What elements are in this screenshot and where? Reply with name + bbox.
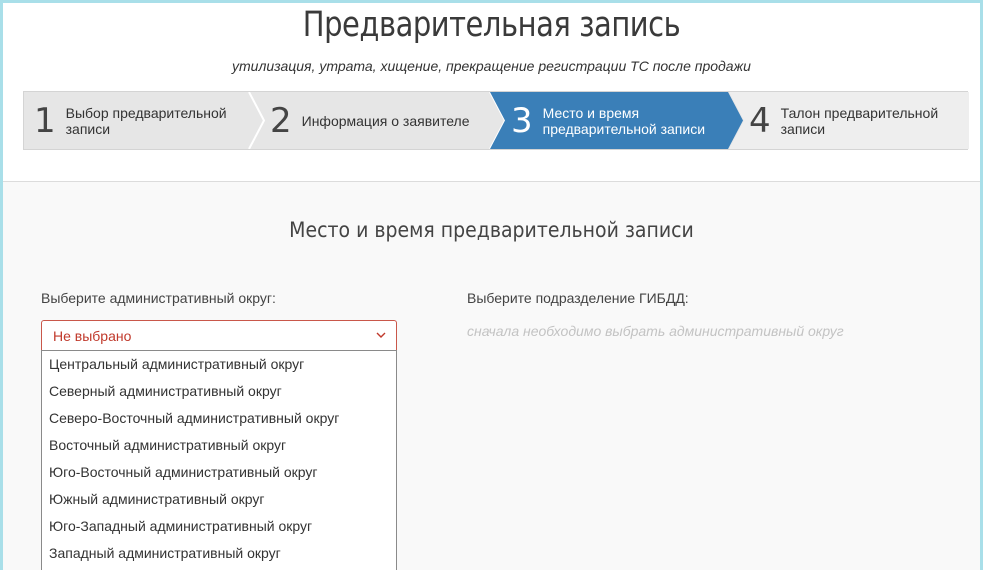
section-title: Место и время предварительной записи xyxy=(289,218,694,242)
district-dropdown-list: Центральный административный округ Север… xyxy=(41,350,397,570)
step-4[interactable]: 4 Талон предварительной записи xyxy=(749,92,964,149)
step-1-label: Выбор предварительной записи xyxy=(65,104,227,137)
step-4-number: 4 xyxy=(749,100,771,141)
district-select-value: Не выбрано xyxy=(53,327,132,344)
step-3-label: Место и время предварительной записи xyxy=(542,104,706,137)
district-option[interactable]: Северо-Восточный административный округ xyxy=(42,405,396,432)
page-subtitle: утилизация, утрата, хищение, прекращение… xyxy=(232,58,751,74)
step-3-number: 3 xyxy=(511,100,533,141)
step-2[interactable]: 2 Информация о заявителе xyxy=(270,92,485,149)
district-label: Выберите административный округ: xyxy=(41,290,276,306)
step-3[interactable]: 3 Место и время предварительной записи xyxy=(511,92,721,149)
chevron-down-icon xyxy=(376,332,386,338)
wizard-steps: 1 Выбор предварительной записи 2 Информа… xyxy=(23,91,969,150)
step-1[interactable]: 1 Выбор предварительной записи xyxy=(34,92,246,149)
step-4-label: Талон предварительной записи xyxy=(780,104,939,137)
district-option[interactable]: Северный административный округ xyxy=(42,378,396,405)
district-option[interactable]: Центральный административный округ xyxy=(42,351,396,378)
appointment-form: Место и время предварительной записи Выб… xyxy=(3,181,980,570)
department-label: Выберите подразделение ГИБДД: xyxy=(467,290,689,306)
step-1-number: 1 xyxy=(34,100,56,141)
department-hint: сначала необходимо выбрать административ… xyxy=(467,323,844,339)
page-title: Предварительная запись xyxy=(302,5,681,45)
step-2-number: 2 xyxy=(270,100,292,141)
district-option[interactable]: Западный административный округ xyxy=(42,540,396,567)
district-select[interactable]: Не выбрано xyxy=(41,320,397,350)
district-option[interactable]: Юго-Восточный административный округ xyxy=(42,459,396,486)
district-option[interactable]: Юго-Западный административный округ xyxy=(42,513,396,540)
page-frame: Предварительная запись утилизация, утрат… xyxy=(3,3,980,570)
district-option[interactable]: Восточный административный округ xyxy=(42,432,396,459)
district-option[interactable]: Южный административный округ xyxy=(42,486,396,513)
step-2-label: Информация о заявителе xyxy=(301,112,470,129)
